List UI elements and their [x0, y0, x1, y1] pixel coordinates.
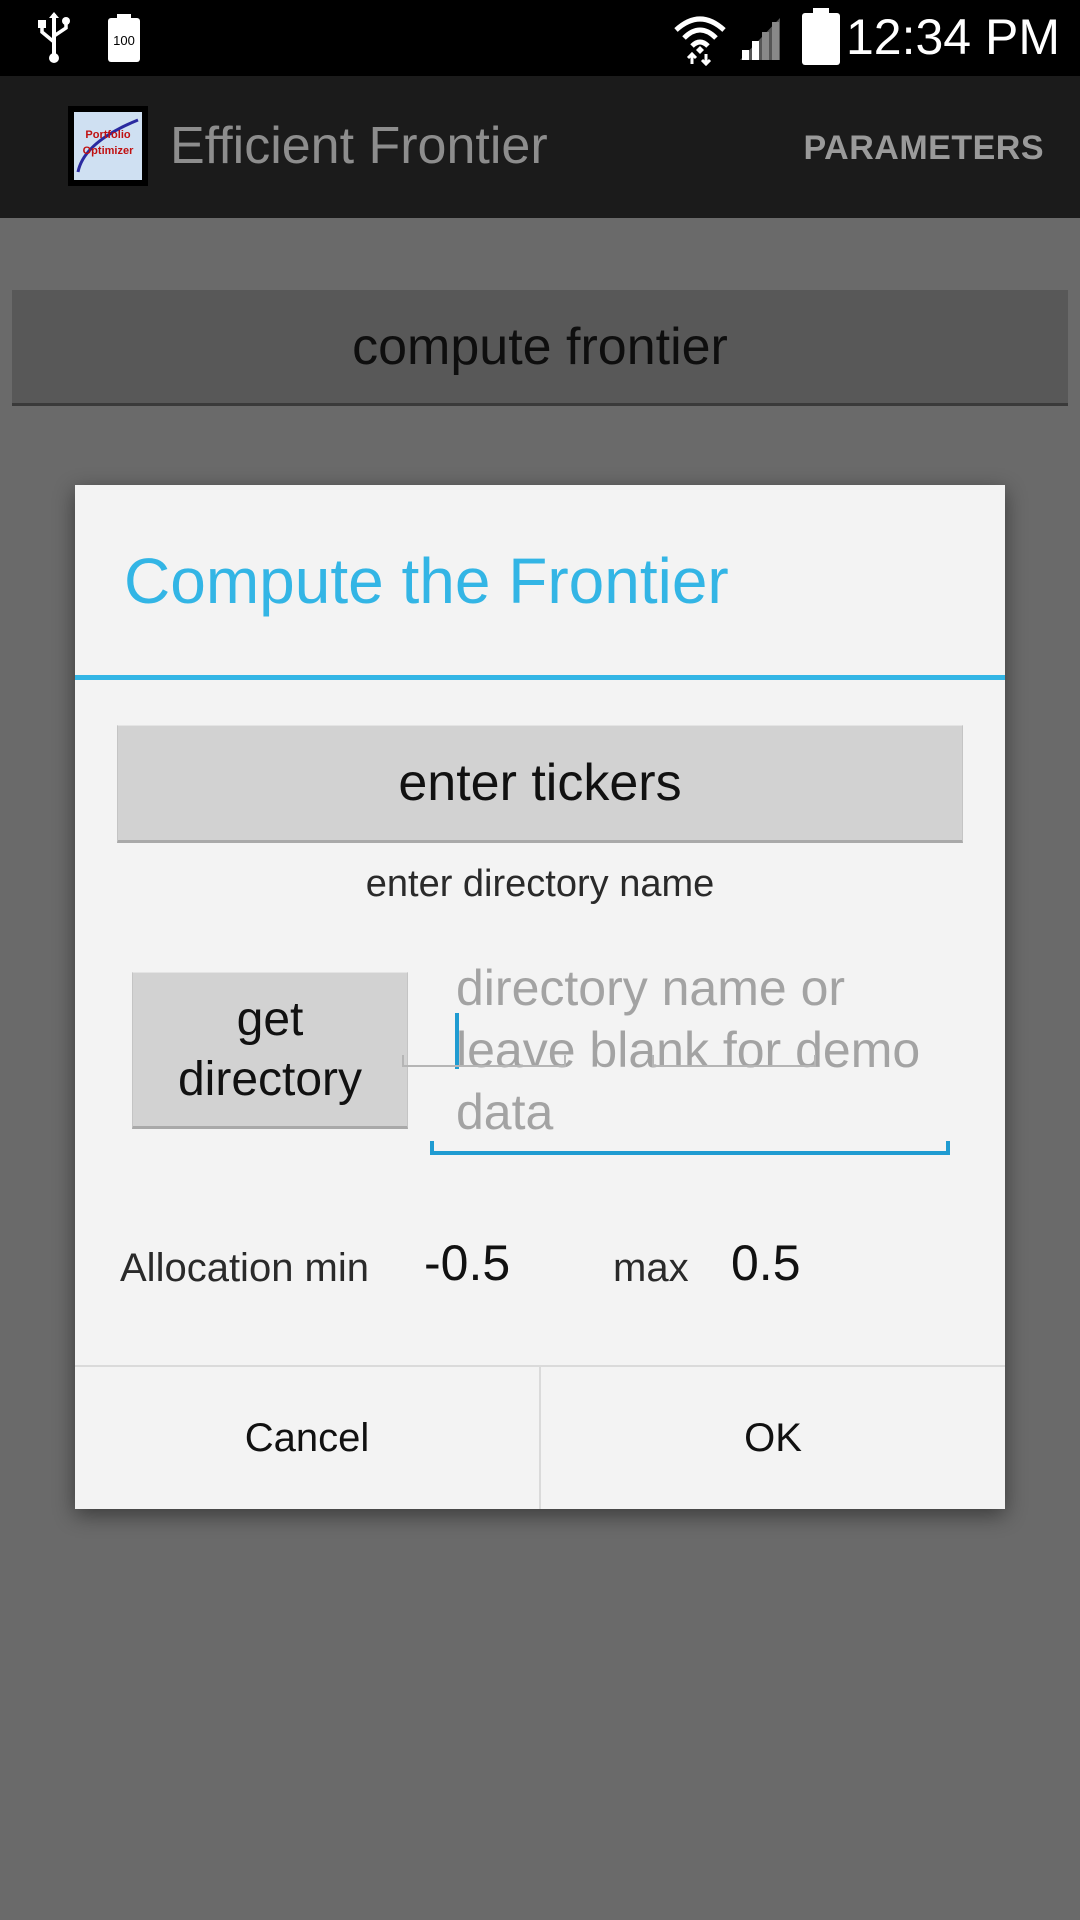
usb-icon	[38, 12, 70, 63]
directory-input-container	[430, 955, 950, 1145]
allocation-max-input[interactable]: 0.5	[731, 1233, 801, 1293]
ok-button[interactable]: OK	[541, 1367, 1005, 1509]
signal-icon	[740, 18, 780, 60]
app-logo: Portfolio Optimizer	[68, 106, 148, 186]
wifi-icon	[674, 16, 726, 66]
allocation-min-label: Allocation min	[120, 1246, 370, 1290]
allocation-min-underline	[402, 1065, 566, 1067]
directory-input-underline-right	[946, 1141, 950, 1155]
cancel-button[interactable]: Cancel	[75, 1367, 539, 1509]
allocation-min-underline-right	[564, 1055, 566, 1065]
app-logo-text-1: Portfolio	[85, 129, 130, 141]
directory-input-underline	[430, 1151, 950, 1155]
battery-icon	[802, 8, 840, 65]
enter-tickers-button[interactable]: enter tickers	[117, 725, 963, 843]
battery-level-text: 100	[113, 33, 135, 48]
compute-frontier-button[interactable]: compute frontier	[12, 290, 1068, 406]
app-title: Efficient Frontier	[170, 117, 548, 175]
app-logo-text-2: Optimizer	[83, 145, 134, 157]
directory-name-input[interactable]	[430, 955, 950, 1145]
app-logo-graphic: Portfolio Optimizer	[74, 112, 142, 180]
allocation-max-label: max	[613, 1246, 689, 1290]
action-bar: Portfolio Optimizer Efficient Frontier P…	[0, 76, 1080, 218]
get-directory-label-line-1: get	[236, 992, 304, 1046]
dialog-title-divider	[75, 675, 1005, 680]
allocation-max-underline-right	[814, 1055, 816, 1065]
battery-level-icon: 100	[108, 14, 140, 62]
allocation-max-underline	[652, 1065, 816, 1067]
dialog-title: Compute the Frontier	[124, 545, 729, 617]
parameters-menu-button[interactable]: PARAMETERS	[804, 128, 1045, 168]
directory-label: enter directory name	[365, 863, 715, 905]
status-bar: 100 12:34 PM	[0, 0, 1080, 76]
allocation-min-input[interactable]: -0.5	[424, 1233, 510, 1293]
get-directory-button[interactable]: get directory	[132, 972, 408, 1129]
status-clock: 12:34 PM	[845, 9, 1060, 65]
compute-frontier-dialog: Compute the Frontier enter tickers enter…	[75, 485, 1005, 1509]
directory-input-underline-left	[430, 1141, 434, 1155]
get-directory-label-line-2: directory	[177, 1052, 363, 1106]
allocation-max-underline-left	[652, 1055, 654, 1065]
allocation-min-underline-left	[402, 1055, 404, 1065]
text-cursor	[455, 1013, 459, 1069]
